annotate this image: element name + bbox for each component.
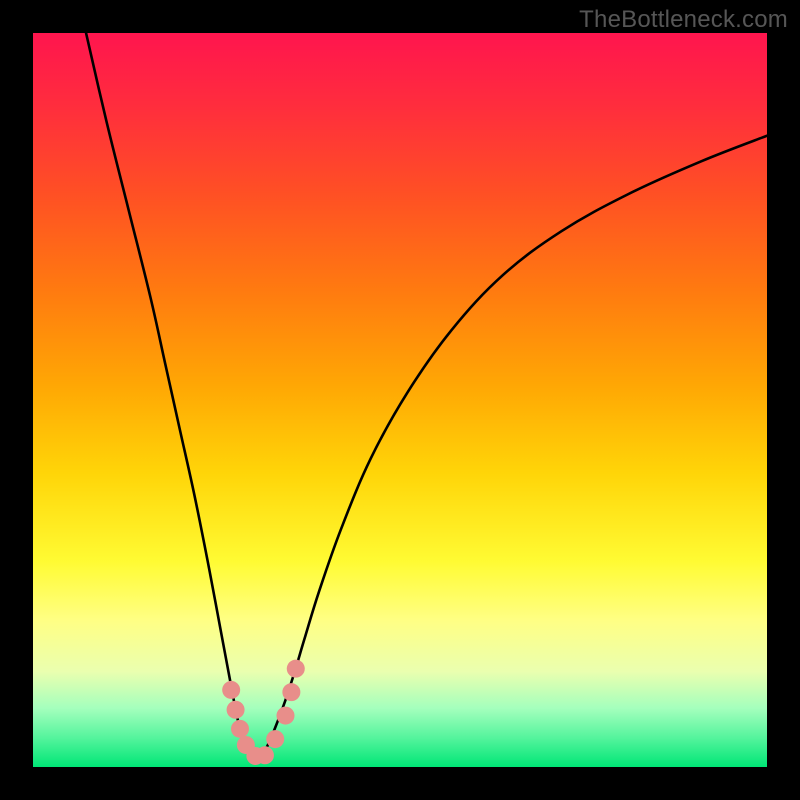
marker-point bbox=[256, 746, 274, 764]
chart-svg bbox=[33, 33, 767, 767]
plot-area bbox=[33, 33, 767, 767]
chart-frame: TheBottleneck.com bbox=[0, 0, 800, 800]
gradient-background bbox=[33, 33, 767, 767]
marker-point bbox=[222, 681, 240, 699]
marker-point bbox=[227, 701, 245, 719]
marker-point bbox=[277, 707, 295, 725]
marker-point bbox=[287, 660, 305, 678]
watermark-text: TheBottleneck.com bbox=[579, 6, 788, 34]
marker-point bbox=[282, 683, 300, 701]
marker-point bbox=[266, 730, 284, 748]
marker-point bbox=[231, 720, 249, 738]
